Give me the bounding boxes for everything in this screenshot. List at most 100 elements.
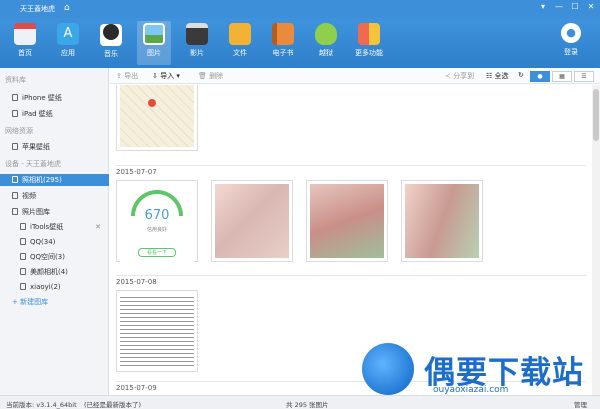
tab-more[interactable]: 更多功能 — [352, 21, 386, 65]
date-header: 2015-07-07 — [116, 168, 157, 176]
sidebar-item-label: 照片图库 — [22, 208, 50, 216]
sidebar-item-album[interactable]: QQ空间(3) — [0, 251, 109, 263]
view-timeline-button[interactable]: ● — [530, 71, 550, 82]
login-button[interactable]: ● 登录 — [556, 23, 586, 57]
view-list-button[interactable]: ☰ — [574, 71, 594, 82]
tab-home-label: 首页 — [18, 49, 32, 57]
sidebar-item-album[interactable]: 美颜相机(4) — [0, 266, 109, 278]
sidebar-item-photo-library[interactable]: 照片图库 — [0, 206, 109, 218]
sidebar-item-label: iPad 壁纸 — [22, 110, 53, 118]
folder-icon — [229, 23, 251, 45]
document-photo-image — [215, 184, 289, 258]
home-icon[interactable]: ⌂ — [64, 3, 70, 13]
sidebar-item-iphone-wallpaper[interactable]: iPhone 壁纸 — [0, 92, 109, 104]
document-photo-image — [310, 184, 384, 258]
main-toolbar: 首页 A 应用 音乐 图片 影片 文件 电子书 越狱 更多功能 ● 登录 — [0, 18, 600, 68]
sidebar-item-album[interactable]: iTools壁纸 ✕ — [0, 221, 109, 233]
tab-files[interactable]: 文件 — [223, 21, 257, 65]
wallpaper-icon — [12, 143, 18, 150]
album-icon — [20, 268, 26, 275]
sidebar-item-camera-roll[interactable]: 照相机(295) — [0, 174, 109, 186]
photo-thumbnail[interactable] — [401, 180, 483, 262]
store-icon — [14, 23, 36, 45]
sidebar: 资料库 iPhone 壁纸 iPad 壁纸 网络资源 苹果壁纸 设备 - 天王蓋… — [0, 68, 109, 395]
photo-thumbnail[interactable] — [211, 180, 293, 262]
tab-home[interactable]: 首页 — [8, 21, 42, 65]
library-icon — [12, 208, 18, 215]
export-label: 导出 — [124, 72, 139, 80]
tab-jailbreak-label: 越狱 — [319, 49, 333, 57]
action-bar: ⇪ 导出 ⇩ 导入 ▾ 🗑 删除 ≺ 分享到 ☷ 全选 ↻ ● ▦ ☰ — [110, 68, 600, 84]
share-label: 分享到 — [453, 72, 475, 80]
album-icon — [20, 253, 26, 260]
sidebar-item-album[interactable]: xiaoyi(2) — [0, 281, 109, 293]
section-network: 网络资源 — [5, 127, 33, 135]
music-disc-icon — [100, 24, 122, 46]
tab-videos[interactable]: 影片 — [180, 21, 214, 65]
new-album-button[interactable]: + 新建图库 — [0, 296, 109, 308]
version-text: 当前版本: v3.1.4_64bit — [6, 401, 77, 409]
photo-thumbnail[interactable] — [116, 290, 198, 372]
maximize-button[interactable]: ☐ — [569, 2, 581, 11]
export-icon: ⇪ — [116, 72, 122, 80]
credit-score-value: 670 — [144, 208, 170, 223]
phone-icon — [12, 94, 18, 101]
select-all-button[interactable]: ☷ 全选 — [486, 71, 509, 81]
tab-music[interactable]: 音乐 — [94, 21, 128, 65]
photo-thumbnail[interactable]: 670 信用良好 看看一下 — [116, 180, 198, 264]
trash-icon: 🗑 — [198, 72, 207, 80]
photo-icon — [143, 23, 165, 45]
scrollbar-thumb[interactable] — [593, 89, 599, 141]
pineapple-icon — [315, 23, 337, 45]
update-note: (已经是最新版本了) — [84, 401, 142, 409]
tab-ebooks[interactable]: 电子书 — [266, 21, 300, 65]
tab-files-label: 文件 — [233, 49, 247, 57]
user-icon: ● — [561, 23, 581, 43]
sidebar-item-label: 照相机(295) — [22, 176, 62, 184]
map-screenshot-image — [120, 85, 194, 147]
delete-button[interactable]: 🗑 删除 — [198, 71, 223, 81]
watermark-url: ouyaoxiazai.com — [433, 385, 509, 395]
sidebar-item-apple-wallpaper[interactable]: 苹果壁纸 — [0, 141, 109, 153]
sidebar-item-video[interactable]: 视频 — [0, 190, 109, 202]
credit-score-image: 670 信用良好 看看一下 — [120, 190, 194, 264]
manage-link[interactable]: 管理 — [574, 399, 587, 409]
photo-thumbnail[interactable] — [306, 180, 388, 262]
credit-rating-label: 信用良好 — [146, 227, 167, 233]
sidebar-item-label: 美颜相机(4) — [30, 268, 68, 276]
share-icon: ≺ — [445, 72, 451, 80]
delete-label: 删除 — [209, 72, 224, 80]
album-icon — [20, 223, 26, 230]
tab-photos[interactable]: 图片 — [137, 21, 171, 65]
select-all-icon: ☷ — [486, 72, 493, 80]
vertical-scrollbar[interactable] — [592, 85, 600, 395]
minimize-button[interactable]: — — [553, 2, 565, 11]
date-header: 2015-07-08 — [116, 278, 157, 286]
document-photo-image — [405, 184, 479, 258]
book-icon — [272, 23, 294, 45]
text-document-image — [120, 294, 194, 368]
tab-jailbreak[interactable]: 越狱 — [309, 21, 343, 65]
sidebar-item-label: QQ空间(3) — [30, 253, 65, 261]
sidebar-item-ipad-wallpaper[interactable]: iPad 壁纸 — [0, 108, 109, 120]
share-button[interactable]: ≺ 分享到 — [445, 71, 474, 81]
clapperboard-icon — [186, 23, 208, 45]
more-icon — [358, 23, 380, 45]
tab-music-label: 音乐 — [104, 50, 118, 58]
divider — [116, 165, 586, 166]
export-button[interactable]: ⇪ 导出 — [116, 71, 138, 81]
album-icon — [20, 238, 26, 245]
view-grid-button[interactable]: ▦ — [552, 71, 572, 82]
import-button[interactable]: ⇩ 导入 ▾ — [152, 71, 180, 81]
import-icon: ⇩ — [152, 72, 158, 80]
sidebar-item-label: xiaoyi(2) — [30, 283, 61, 291]
menu-dropdown-icon[interactable]: ▾ — [537, 2, 549, 11]
tab-apps[interactable]: A 应用 — [51, 21, 85, 65]
refresh-icon[interactable]: ↻ — [518, 71, 524, 79]
sidebar-item-album[interactable]: QQ(34) — [0, 236, 109, 248]
close-button[interactable]: ✕ — [585, 2, 597, 11]
remove-album-icon[interactable]: ✕ — [95, 221, 101, 233]
tab-ebooks-label: 电子书 — [272, 49, 294, 57]
photo-thumbnail[interactable] — [116, 85, 198, 151]
date-header: 2015-07-09 — [116, 384, 157, 392]
